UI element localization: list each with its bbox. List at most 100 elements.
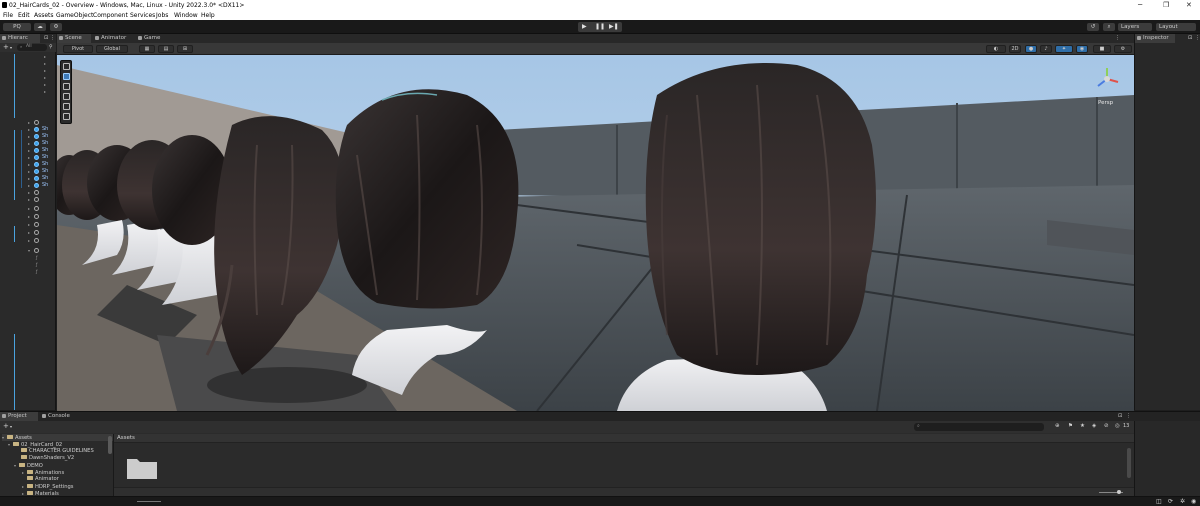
hierarchy-item[interactable]: ▸ [28, 222, 54, 228]
layout-dropdown[interactable]: Layout [1156, 23, 1196, 31]
lock-icon[interactable]: ⊡ [1118, 413, 1122, 419]
layers-dropdown[interactable]: Layers [1118, 23, 1152, 31]
assets-scrollbar[interactable] [1127, 448, 1131, 478]
hierarchy-item[interactable]: ▸ Sh [28, 133, 54, 140]
effects-toggle-icon[interactable]: ✦ [1055, 45, 1073, 53]
hierarchy-search-input[interactable]: ⌕ All [17, 44, 47, 51]
collab-icon[interactable]: ⚙ [50, 23, 62, 31]
rect-tool-icon[interactable] [63, 103, 70, 110]
eye-icon[interactable]: ◎ [1115, 423, 1120, 429]
hierarchy-item[interactable]: ▸ Sh [28, 175, 54, 182]
tree-item-demo[interactable]: ▾ DEMO [14, 462, 43, 469]
more-icon[interactable]: ⋮ [1195, 35, 1200, 41]
filter-icon[interactable]: ⚲ [49, 44, 53, 50]
add-icon[interactable]: + [3, 43, 9, 51]
bug-icon[interactable]: ✲ [1180, 498, 1185, 505]
tree-scrollbar[interactable] [108, 436, 112, 454]
hidden-objects-icon[interactable]: ◉ [1076, 45, 1088, 53]
menu-jobs[interactable]: Jobs [156, 12, 168, 19]
maximize-button[interactable]: ❐ [1163, 1, 1169, 9]
audio-toggle-icon[interactable]: ♪ [1040, 45, 1052, 53]
hierarchy-item[interactable]: ▸ Sh [28, 161, 54, 168]
hierarchy-item[interactable]: ▸ [28, 206, 54, 212]
hierarchy-item[interactable]: ▸ Sh [28, 147, 54, 154]
draw-mode-dropdown[interactable]: ◐ [986, 45, 1006, 53]
camera-settings-icon[interactable]: ■ [1093, 45, 1111, 53]
hidden-packages-icon[interactable]: ⊘ [1104, 423, 1109, 429]
hierarchy-item[interactable]: ▸ [28, 61, 54, 67]
hierarchy-item[interactable]: ▸ Sh [28, 126, 54, 133]
hierarchy-item[interactable]: ▸ [28, 89, 54, 95]
hierarchy-item[interactable]: ▸ [28, 82, 54, 88]
hierarchy-item[interactable]: ▸ [28, 238, 54, 244]
hierarchy-item[interactable]: ▸ [28, 120, 54, 126]
tab-scene[interactable]: Scene [57, 34, 91, 43]
menu-component[interactable]: Component [93, 12, 128, 19]
hierarchy-item[interactable]: ▸ [28, 75, 54, 81]
tree-item-animator[interactable]: Animator [22, 476, 59, 483]
menu-gameobject[interactable]: GameObject [56, 12, 93, 19]
project-search-input[interactable]: ⌕ [914, 423, 1044, 431]
hierarchy-item[interactable]: ƒ [28, 262, 54, 268]
play-button[interactable]: ▶ [582, 23, 587, 30]
history-icon[interactable]: ↺ [1087, 23, 1099, 31]
package-icon[interactable]: ◈ [1092, 423, 1096, 429]
hierarchy-item[interactable]: ▾ [28, 248, 54, 254]
menu-window[interactable]: Window [174, 12, 198, 19]
hierarchy-item[interactable]: ▸ Sh [28, 140, 54, 147]
hand-tool-icon[interactable] [63, 63, 70, 70]
transform-tool-icon[interactable] [63, 113, 70, 120]
account-dropdown[interactable]: PQ [3, 23, 31, 31]
tab-hierarchy[interactable]: Hierarc [0, 34, 40, 43]
scale-tool-icon[interactable] [63, 93, 70, 100]
search-by-type-icon[interactable]: ⊕ [1055, 423, 1060, 429]
tab-inspector[interactable]: Inspector [1135, 34, 1175, 43]
lock-icon[interactable]: ⊡ [44, 35, 48, 41]
tree-item-hdrp-settings[interactable]: ▸ HDRP_Settings [22, 483, 74, 490]
menu-edit[interactable]: Edit [18, 12, 30, 19]
global-dropdown[interactable]: Global [96, 45, 128, 53]
increment-snap-button[interactable]: ⊞ [177, 45, 193, 53]
save-search-icon[interactable]: ★ [1080, 423, 1085, 429]
add-icon[interactable]: + [3, 422, 9, 430]
toggle-2d-button[interactable]: 2D [1009, 45, 1021, 53]
snap-increment-button[interactable]: ▤ [158, 45, 174, 53]
scene-visibility-icon[interactable]: ◫ [1156, 498, 1162, 505]
hierarchy-item[interactable]: ▸ [28, 190, 54, 196]
menu-services[interactable]: Services [130, 12, 155, 19]
hierarchy-item[interactable]: ▸ Sh [28, 182, 54, 189]
step-button[interactable]: ▶❚ [609, 23, 619, 30]
more-icon[interactable]: ⋮ [1115, 35, 1120, 41]
hierarchy-item[interactable]: ▸ [28, 54, 54, 60]
search-by-label-icon[interactable]: ⚑ [1068, 423, 1073, 429]
gizmos-dropdown-icon[interactable]: ⚙ [1114, 45, 1132, 53]
tab-animator[interactable]: Animator [93, 34, 133, 43]
slider-handle[interactable] [1117, 490, 1121, 494]
hierarchy-item[interactable]: ƒ [28, 269, 54, 275]
close-button[interactable]: ✕ [1186, 1, 1192, 9]
hierarchy-item[interactable]: ▸ Sh [28, 154, 54, 161]
more-icon[interactable]: ⋮ [1126, 413, 1131, 419]
breadcrumb-assets[interactable]: Assets [117, 435, 135, 441]
hierarchy-item[interactable]: ▸ [28, 214, 54, 220]
cloud-icon[interactable]: ☁ [34, 23, 46, 31]
rotate-tool-icon[interactable] [63, 83, 70, 90]
hierarchy-item[interactable]: ƒ [28, 255, 54, 261]
search-icon[interactable]: ⌕ [1103, 23, 1115, 31]
notifications-icon[interactable]: ◉ [1191, 498, 1196, 505]
scene-viewport[interactable] [57, 55, 1134, 411]
camera-projection-label[interactable]: Persp [1098, 100, 1113, 106]
hierarchy-item[interactable]: ▸ [28, 197, 54, 203]
menu-assets[interactable]: Assets [34, 12, 54, 19]
orientation-gizmo-icon[interactable] [1094, 66, 1120, 92]
hierarchy-item[interactable]: ▸ Sh [28, 168, 54, 175]
tree-item-assets[interactable]: ▾ Assets [2, 434, 113, 441]
tree-item-animations[interactable]: ▸ Animations [22, 469, 64, 476]
folder-icon[interactable] [126, 456, 158, 480]
tree-item-dawnshaders[interactable]: DawnShaders_V2 [16, 455, 74, 462]
tab-game[interactable]: Game [136, 34, 168, 43]
hierarchy-item[interactable]: ▸ [28, 68, 54, 74]
pause-button[interactable]: ❚❚ [595, 23, 605, 30]
tree-item-02-haircard[interactable]: ▾ 02_HairCard_02 [8, 441, 62, 448]
tab-console[interactable]: Console [40, 412, 76, 421]
